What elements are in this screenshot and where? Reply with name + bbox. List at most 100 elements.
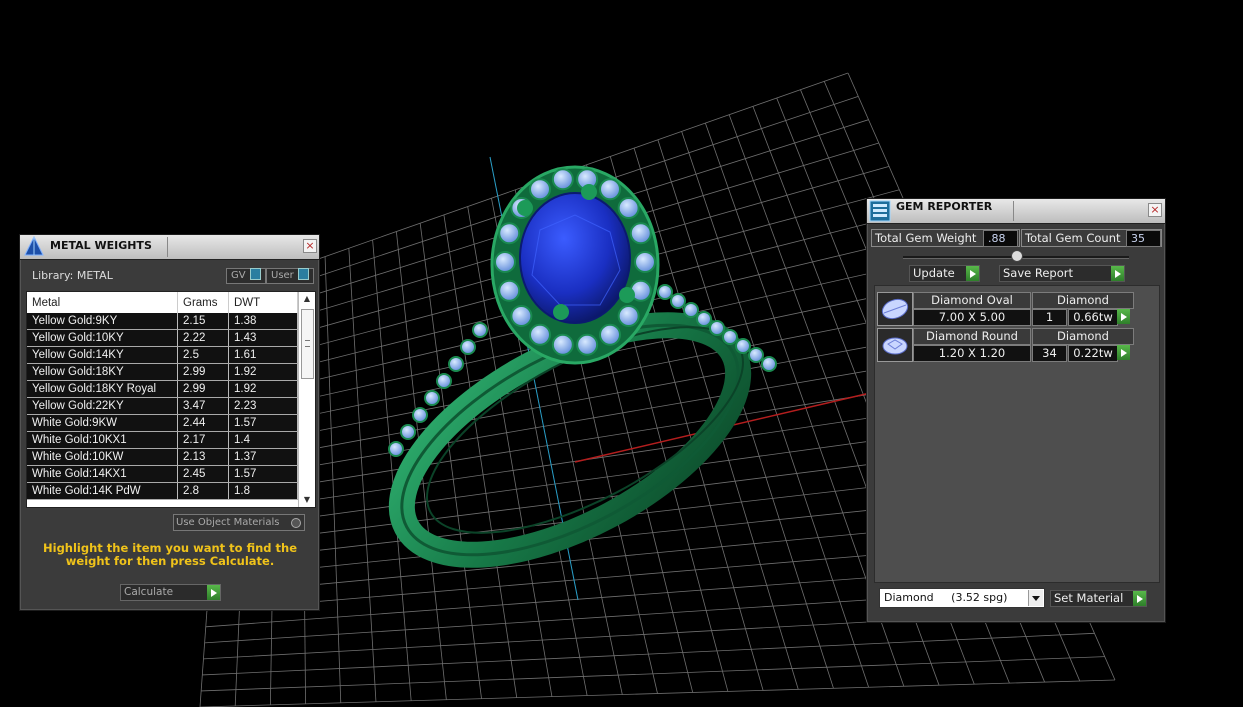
shank-stone[interactable] (400, 424, 416, 440)
grams-cell: 2.99 (177, 363, 229, 381)
shank-stone[interactable] (683, 302, 699, 318)
pyramid-icon (24, 235, 44, 256)
shank-stone[interactable] (412, 407, 428, 423)
shank-stone[interactable] (424, 390, 440, 406)
column-header-dwt[interactable]: DWT (228, 292, 298, 313)
shank-stone[interactable] (761, 356, 777, 372)
metal-name-cell: Yellow Gold:22KY (27, 397, 178, 415)
shank-stone[interactable] (448, 356, 464, 372)
use-object-materials-toggle[interactable]: Use Object Materials (173, 514, 305, 531)
play-icon (1117, 345, 1130, 360)
shank-stone[interactable] (657, 284, 673, 300)
metal-table-scrollbar[interactable]: ▲ ▼ (298, 292, 315, 507)
ring-model[interactable] (367, 165, 777, 602)
grams-cell: 2.44 (177, 414, 229, 432)
gem-count: 1 (1032, 309, 1067, 326)
halo-stone[interactable] (494, 251, 516, 273)
user-toggle[interactable]: User (266, 268, 314, 284)
halo-stone[interactable] (629, 222, 652, 245)
table-row[interactable]: Yellow Gold:18KY Royal 2.99 1.92 (27, 380, 298, 398)
gem-weight: 0.66tw (1068, 309, 1118, 326)
radio-icon (291, 518, 301, 528)
slider-handle[interactable] (1011, 250, 1023, 262)
shank-stone[interactable] (436, 373, 452, 389)
gem-material: Diamond (1032, 292, 1134, 309)
dwt-cell: 1.92 (228, 363, 298, 381)
halo-stone[interactable] (576, 333, 599, 356)
table-header: Metal Grams DWT (27, 292, 298, 313)
play-icon (1133, 591, 1146, 606)
table-row[interactable]: Yellow Gold:22KY 3.47 2.23 (27, 397, 298, 415)
shank-stone[interactable] (388, 441, 404, 457)
metal-name-cell: White Gold:14KX1 (27, 465, 178, 483)
halo-stone[interactable] (599, 178, 621, 201)
halo-stone[interactable] (617, 197, 640, 220)
center-stone[interactable] (519, 192, 631, 324)
gem-reporter-panel: GEM REPORTER × Total Gem Weight .88 Tota… (866, 198, 1166, 623)
table-row[interactable]: White Gold:14KX1 2.45 1.57 (27, 465, 298, 483)
halo-stone[interactable] (617, 304, 640, 327)
halo-stone[interactable] (551, 333, 574, 356)
metal-name-cell: Yellow Gold:18KY (27, 363, 178, 381)
shank-stone[interactable] (460, 339, 476, 355)
grams-cell: 2.99 (177, 380, 229, 398)
halo-stone[interactable] (529, 178, 551, 201)
save-report-button[interactable]: Save Report (999, 265, 1125, 282)
halo-stone[interactable] (634, 251, 656, 273)
column-header-grams[interactable]: Grams (177, 292, 229, 313)
round-gem-icon (877, 328, 913, 362)
gem-reporter-titlebar[interactable]: GEM REPORTER × (867, 199, 1165, 224)
shank-stone[interactable] (670, 293, 686, 309)
gem-shape: Diamond Round (913, 328, 1031, 345)
column-header-metal[interactable]: Metal (27, 292, 178, 313)
gem-report-icon (869, 200, 891, 222)
shank-stone[interactable] (748, 347, 764, 363)
metal-name-cell: Yellow Gold:10KY (27, 329, 178, 347)
scroll-up-icon[interactable]: ▲ (301, 294, 313, 304)
close-icon[interactable]: × (1148, 203, 1162, 217)
table-row[interactable]: White Gold:10KW 2.13 1.37 (27, 448, 298, 466)
scroll-thumb[interactable] (301, 309, 314, 379)
gem-select-button[interactable] (1117, 345, 1130, 360)
halo-stone[interactable] (510, 304, 533, 327)
gem-select-button[interactable] (1117, 309, 1130, 324)
metal-table: Metal Grams DWT Yellow Gold:9KY 2.15 1.38 Y… (26, 291, 316, 508)
table-row[interactable]: White Gold:14K PdW 2.8 1.8 (27, 482, 298, 500)
gem-reporter-title: GEM REPORTER (896, 200, 993, 213)
dwt-cell: 1.38 (228, 313, 298, 330)
gem-row[interactable]: Diamond Oval Diamond 7.00 X 5.00 1 0.66t… (877, 292, 1137, 326)
update-button[interactable]: Update (909, 265, 980, 282)
table-row[interactable]: Yellow Gold:18KY 2.99 1.92 (27, 363, 298, 381)
shank-stone[interactable] (722, 329, 738, 345)
dwt-cell: 1.61 (228, 346, 298, 364)
shank-stone[interactable] (709, 320, 725, 336)
halo-stone[interactable] (498, 222, 521, 245)
halo-stone[interactable] (498, 279, 521, 302)
table-row[interactable]: Yellow Gold:9KY 2.15 1.38 (27, 313, 298, 330)
grams-cell: 2.17 (177, 431, 229, 449)
shank-stone[interactable] (696, 311, 712, 327)
gem-row[interactable]: Diamond Round Diamond 1.20 X 1.20 34 0.2… (877, 328, 1137, 362)
title-divider (1013, 201, 1014, 221)
halo-stone[interactable] (551, 168, 574, 191)
scroll-down-icon[interactable]: ▼ (301, 495, 313, 505)
gv-toggle[interactable]: GV (226, 268, 266, 284)
grams-cell: 2.22 (177, 329, 229, 347)
metal-weights-titlebar[interactable]: METAL WEIGHTS × (20, 235, 319, 260)
chevron-down-icon[interactable] (1028, 590, 1043, 606)
shank-stone[interactable] (735, 338, 751, 354)
dwt-cell: 1.4 (228, 431, 298, 449)
material-select[interactable]: Diamond (3.52 spg) (879, 588, 1045, 608)
table-row[interactable]: Yellow Gold:14KY 2.5 1.61 (27, 346, 298, 364)
dwt-cell: 1.57 (228, 465, 298, 483)
halo-stone[interactable] (599, 323, 621, 346)
close-icon[interactable]: × (303, 239, 317, 253)
table-row[interactable]: White Gold:9KW 2.44 1.57 (27, 414, 298, 432)
shank-stone[interactable] (472, 322, 488, 338)
halo-stone[interactable] (529, 323, 551, 346)
set-material-button[interactable]: Set Material (1050, 590, 1147, 607)
table-row[interactable]: White Gold:10KX1 2.17 1.4 (27, 431, 298, 449)
title-divider (167, 237, 168, 257)
table-row[interactable]: Yellow Gold:10KY 2.22 1.43 (27, 329, 298, 347)
calculate-button[interactable]: Calculate (120, 584, 221, 601)
